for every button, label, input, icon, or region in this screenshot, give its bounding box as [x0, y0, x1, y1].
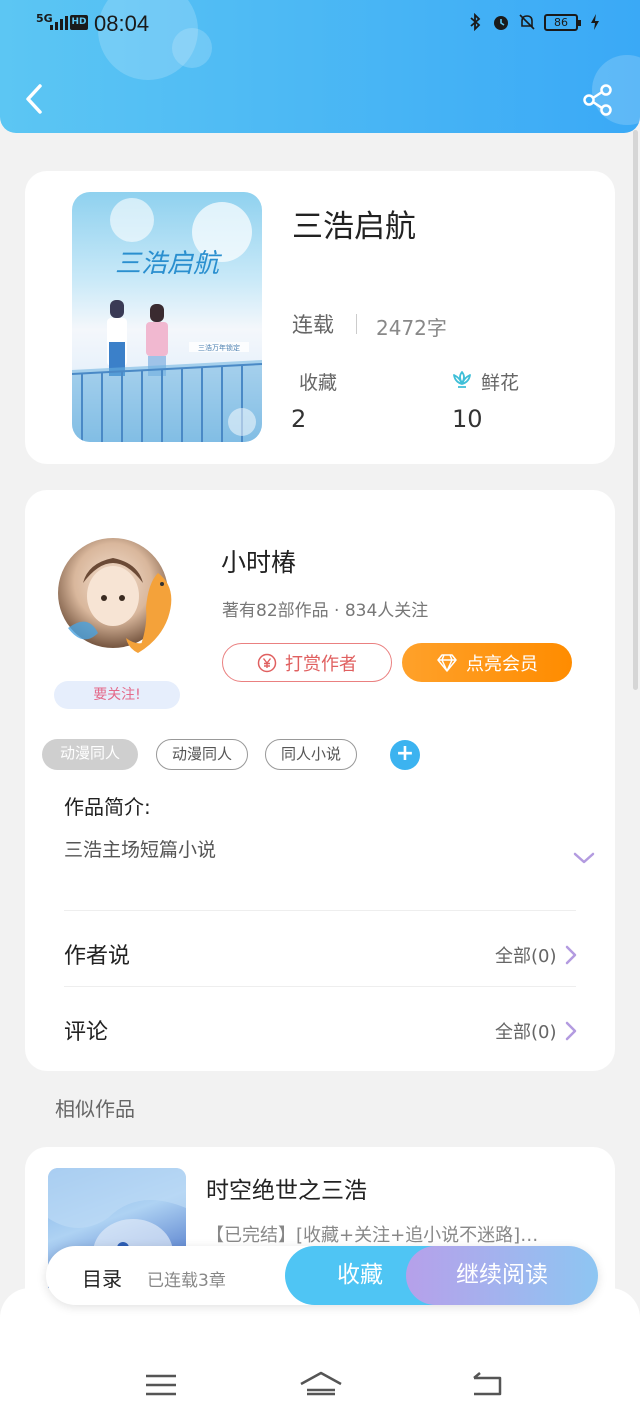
cover-title-art: 三浩启航 — [115, 249, 223, 278]
toc-button[interactable]: 目录 — [82, 1263, 122, 1292]
cover-illustration: 三浩启航 三浩万年锁定 — [72, 198, 262, 442]
book-status: 连载 — [292, 313, 334, 337]
diamond-icon — [437, 653, 457, 672]
back-button[interactable] — [20, 80, 50, 118]
continue-reading-button[interactable]: 继续阅读 — [406, 1246, 598, 1305]
system-nav-bar — [0, 1288, 640, 1427]
favorites-label: 收藏 — [299, 372, 338, 394]
comments-count: 全部(0) — [495, 1022, 557, 1043]
genre-tag[interactable]: 同人小说 — [265, 739, 357, 770]
intro-text: 三浩主场短篇小说 — [64, 839, 217, 861]
word-count: 2472字 — [376, 316, 447, 340]
similar-book-title: 时空绝世之三浩 — [206, 1178, 367, 1204]
add-tag-button[interactable]: + — [390, 740, 420, 770]
signal-icon — [50, 16, 68, 30]
book-title: 三浩启航 — [292, 209, 416, 245]
comments-link[interactable]: 全部(0) — [495, 1018, 577, 1044]
expand-intro-button[interactable] — [572, 850, 596, 866]
author-stats: 著有82部作品 · 834人关注 — [222, 601, 429, 621]
intro-label: 作品简介: — [64, 795, 151, 819]
author-say-label[interactable]: 作者说 — [64, 938, 130, 970]
bluetooth-icon — [466, 12, 484, 32]
battery-indicator: 86 — [544, 13, 581, 31]
yen-coin-icon — [257, 653, 277, 672]
vip-button[interactable]: 点亮会员 — [402, 643, 572, 682]
home-nav-button[interactable] — [298, 1368, 344, 1402]
menu-icon — [146, 1374, 176, 1396]
chevron-down-icon — [573, 852, 595, 864]
divider — [64, 910, 576, 911]
flower-icon — [450, 367, 474, 391]
book-info-card: 三浩启航 三浩万年锁定 三浩启航 连载 2472字 收藏 2 鲜花 10 — [25, 171, 615, 464]
status-time: 08:04 — [94, 11, 150, 36]
book-cover[interactable]: 三浩启航 三浩万年锁定 — [72, 192, 262, 442]
divider — [64, 986, 576, 987]
author-card: 要关注! 小时椿 著有82部作品 · 834人关注 打赏作者 点亮会员 动漫同人… — [25, 490, 615, 1071]
reward-author-button[interactable]: 打赏作者 — [222, 643, 392, 682]
author-avatar[interactable] — [58, 538, 184, 664]
book-action-bar: 目录 已连载3章 收藏 继续阅读 — [46, 1246, 598, 1305]
author-say-link[interactable]: 全部(0) — [495, 942, 577, 968]
share-icon — [583, 84, 612, 116]
vip-label: 点亮会员 — [466, 653, 538, 675]
return-icon — [473, 1372, 502, 1396]
scrollbar[interactable] — [633, 130, 638, 690]
author-say-count: 全部(0) — [495, 946, 557, 967]
flowers-value: 10 — [452, 405, 483, 433]
back-nav-button[interactable] — [468, 1368, 508, 1402]
favorites-value: 2 — [291, 405, 307, 433]
chapter-count: 已连载3章 — [147, 1271, 226, 1291]
chevron-left-icon — [26, 84, 42, 114]
similar-section-title: 相似作品 — [55, 1097, 135, 1121]
status-icons: 86 — [466, 12, 604, 32]
reward-label: 打赏作者 — [285, 653, 357, 675]
mute-bell-icon — [518, 12, 536, 32]
home-icon — [300, 1371, 342, 1396]
chevron-right-icon — [565, 945, 576, 965]
genre-tag[interactable]: 动漫同人 — [42, 739, 138, 770]
status-bar: 5G HD 08:04 86 — [0, 0, 640, 50]
similar-book-desc: 【已完结】[收藏+关注+追小说不迷路]… — [206, 1225, 539, 1246]
app-header: 5G HD 08:04 86 — [0, 0, 640, 133]
alarm-icon — [492, 12, 510, 32]
cover-caption: 三浩万年锁定 — [198, 343, 240, 352]
menu-nav-button[interactable] — [141, 1368, 181, 1402]
follow-tag[interactable]: 要关注! — [54, 681, 180, 709]
koi-fish-decor — [126, 573, 172, 653]
divider — [356, 314, 357, 334]
comments-label[interactable]: 评论 — [64, 1014, 108, 1046]
hd-badge: HD — [70, 15, 88, 30]
flowers-label: 鲜花 — [481, 372, 520, 394]
charging-icon — [586, 12, 604, 32]
chevron-right-icon — [565, 1021, 576, 1041]
share-button[interactable] — [580, 82, 616, 118]
genre-tag[interactable]: 动漫同人 — [156, 739, 248, 770]
author-name[interactable]: 小时椿 — [221, 543, 296, 579]
